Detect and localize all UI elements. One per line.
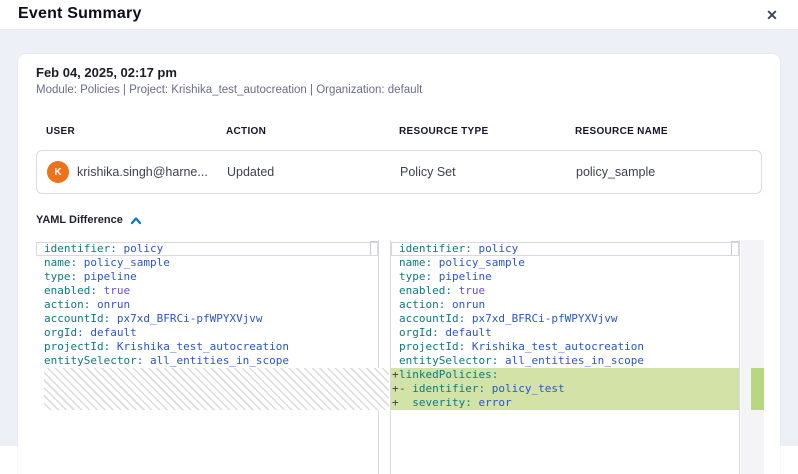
- yaml-line: orgId: default: [391, 326, 739, 340]
- yaml-line: name: policy_sample: [391, 256, 739, 270]
- diff-empty-placeholder: [44, 368, 389, 410]
- yaml-line: orgId: default: [36, 326, 378, 340]
- column-resource-type: RESOURCE TYPE: [399, 126, 575, 137]
- event-timestamp: Feb 04, 2025, 02:17 pm: [36, 65, 177, 80]
- yaml-line-added: +linkedPolicies:: [391, 368, 739, 382]
- diff-minimap[interactable]: [741, 240, 764, 474]
- action-cell: Updated: [227, 165, 400, 179]
- resource-name-cell: policy_sample: [576, 165, 761, 179]
- modal-header: Event Summary ✕: [0, 0, 798, 30]
- diff-added-marker: +: [392, 396, 399, 410]
- yaml-difference-toggle[interactable]: YAML Difference: [36, 214, 142, 226]
- yaml-line-added: +- identifier: policy_test: [391, 382, 739, 396]
- avatar: K: [47, 161, 69, 183]
- yaml-line-added: + severity: error: [391, 396, 739, 410]
- modal-body: Feb 04, 2025, 02:17 pm Module: Policies …: [0, 30, 798, 446]
- yaml-line: identifier: policy: [391, 242, 739, 256]
- minimap-added-marker: [751, 368, 764, 410]
- event-meta: Module: Policies | Project: Krishika_tes…: [36, 84, 422, 96]
- close-icon[interactable]: ✕: [762, 5, 782, 25]
- yaml-line: enabled: true: [391, 284, 739, 298]
- diff-pane-original[interactable]: identifier: policyname: policy_sampletyp…: [36, 240, 379, 474]
- table-row: K krishika.singh@harne... Updated Policy…: [36, 150, 762, 194]
- yaml-line: name: policy_sample: [36, 256, 378, 270]
- user-cell: K krishika.singh@harne...: [47, 161, 227, 183]
- yaml-line: action: onrun: [391, 298, 739, 312]
- yaml-line: entitySelector: all_entities_in_scope: [391, 354, 739, 368]
- yaml-line: type: pipeline: [36, 270, 378, 284]
- yaml-line: enabled: true: [36, 284, 378, 298]
- page-title: Event Summary: [18, 5, 142, 23]
- yaml-diff-viewer: identifier: policyname: policy_sampletyp…: [36, 240, 764, 474]
- yaml-difference-label: YAML Difference: [36, 214, 123, 226]
- yaml-line: entitySelector: all_entities_in_scope: [36, 354, 378, 368]
- yaml-line: identifier: policy: [36, 242, 378, 256]
- column-resource-name: RESOURCE NAME: [575, 126, 762, 137]
- yaml-line: accountId: px7xd_BFRCi-pfWPYXVjvw: [36, 312, 378, 326]
- chevron-up-icon[interactable]: [130, 216, 142, 225]
- user-email: krishika.singh@harne...: [77, 165, 208, 179]
- yaml-line: projectId: Krishika_test_autocreation: [391, 340, 739, 354]
- resource-type-cell: Policy Set: [400, 165, 576, 179]
- column-action: ACTION: [226, 126, 399, 137]
- diff-added-marker: +: [392, 368, 399, 382]
- yaml-line: projectId: Krishika_test_autocreation: [36, 340, 378, 354]
- diff-added-marker: +: [392, 382, 399, 396]
- event-summary-card: Feb 04, 2025, 02:17 pm Module: Policies …: [18, 54, 780, 474]
- diff-pane-modified[interactable]: identifier: policyname: policy_sampletyp…: [390, 240, 740, 474]
- yaml-line: action: onrun: [36, 298, 378, 312]
- event-table-header: USER ACTION RESOURCE TYPE RESOURCE NAME: [36, 126, 762, 137]
- yaml-line: type: pipeline: [391, 270, 739, 284]
- yaml-line: accountId: px7xd_BFRCi-pfWPYXVjvw: [391, 312, 739, 326]
- column-user: USER: [46, 126, 226, 137]
